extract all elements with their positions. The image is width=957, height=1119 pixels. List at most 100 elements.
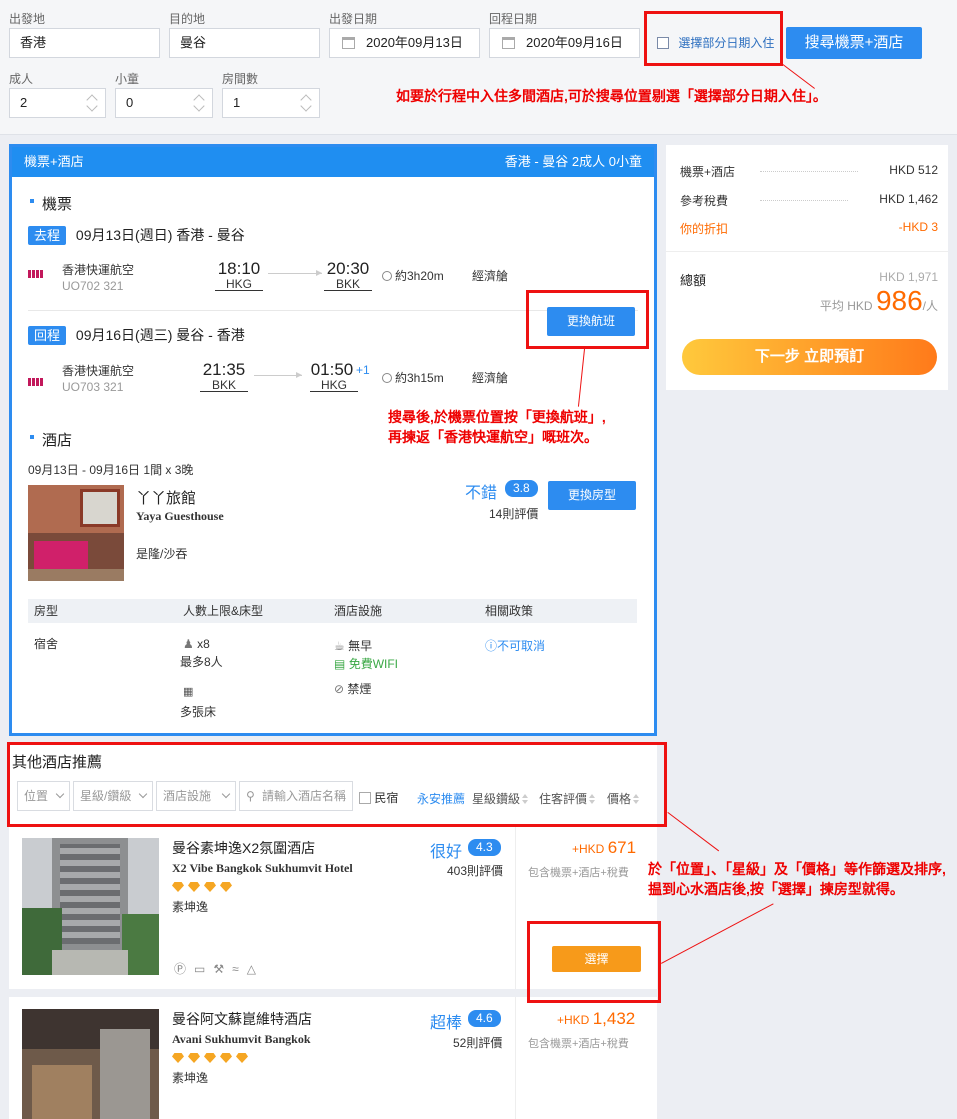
tools-icon: ⚒: [213, 962, 233, 976]
adults-stepper[interactable]: 2: [9, 88, 106, 118]
hotel-rating-word: 超棒: [430, 1015, 463, 1032]
hotel-section-title: 酒店: [29, 429, 72, 450]
search-button[interactable]: 搜尋機票+酒店: [786, 27, 922, 59]
hotel-score-badge: 4.6: [468, 1010, 501, 1027]
annotation-box-partial-dates: [644, 11, 783, 66]
diamond-icon: [220, 1053, 232, 1063]
room-table-header-type: 房型: [34, 604, 59, 618]
hotel-reviews[interactable]: 14則評價: [489, 505, 538, 522]
stepper-arrows-icon[interactable]: [85, 93, 99, 113]
person-icon: ♟: [183, 637, 194, 651]
inbound-cabin: 經濟艙: [472, 371, 509, 385]
adults-value: 2: [20, 95, 28, 110]
cancel-policy[interactable]: ⓘ不可取消: [485, 637, 545, 654]
outbound-arr-code: BKK: [324, 278, 372, 291]
summary-tax-label: 參考稅費: [680, 194, 729, 208]
destination-label: 目的地: [169, 12, 206, 26]
depart-date-label: 出發日期: [329, 12, 378, 26]
outbound-flight-no: UO702 321: [62, 279, 124, 293]
diamond-icon: [172, 882, 184, 892]
hotel-score: 4.6: [468, 1010, 501, 1027]
depart-date-input[interactable]: 2020年09月13日: [329, 28, 480, 58]
room-type: 宿舍: [34, 637, 59, 651]
facility-wifi: ▤ 免費WIFI: [334, 655, 398, 672]
hotel-area: 是隆/沙吞: [136, 547, 188, 561]
hotel-reviews[interactable]: 52則評價: [453, 1034, 502, 1051]
price-note: 包含機票+酒店+稅費: [528, 1038, 629, 1050]
origin-input[interactable]: 香港: [9, 28, 160, 58]
return-date-value: 2020年09月16日: [526, 35, 623, 50]
package-header-summary: 香港 - 曼谷 2成人 0小童: [504, 154, 642, 169]
stepper-arrows-icon[interactable]: [299, 93, 313, 113]
inbound-airline: 香港快運航空: [62, 364, 135, 378]
outbound-duration: 約3h20m: [382, 267, 444, 284]
return-date-label: 回程日期: [489, 12, 538, 26]
destination-input[interactable]: 曼谷: [169, 28, 320, 58]
tv-icon: ▭: [194, 962, 214, 976]
price-prefix: +HKD: [557, 1013, 590, 1027]
hotel-photo[interactable]: [22, 838, 159, 975]
summary-discount-value: -HKD 3: [898, 220, 938, 234]
outbound-dep-time: 18:10: [217, 259, 261, 278]
inbound-duration-text: 約3h15m: [395, 371, 444, 385]
annotation-box-select: [527, 921, 661, 1003]
outbound-arr-time: 20:30: [326, 259, 370, 278]
hotel-photo[interactable]: [22, 1009, 159, 1119]
inbound-tag: 回程: [28, 326, 67, 345]
facility-breakfast: ☕ 無早: [334, 637, 372, 654]
summary-total-value: HKD 1,971: [879, 270, 938, 284]
hotel-reviews[interactable]: 403則評價: [447, 862, 503, 879]
rooms-value: 1: [233, 95, 241, 110]
children-stepper[interactable]: 0: [115, 88, 213, 118]
price-value: 671: [607, 838, 637, 857]
outbound-cabin: 經濟艙: [472, 269, 509, 283]
annotation-note-2a: 搜尋後,於機票位置按「更換航班」,: [388, 409, 606, 425]
inbound-arr-time: 01:50: [310, 360, 354, 379]
avg-value: 986: [875, 285, 923, 316]
diamond-icon: [236, 1053, 248, 1063]
next-step-button[interactable]: 下一步 立即預訂: [682, 339, 937, 375]
hotel-name[interactable]: 曼谷素坤逸X2氛圍酒店: [172, 838, 315, 858]
calendar-icon: [502, 37, 515, 49]
hotel-price: +HKD 671: [572, 838, 636, 858]
hotel-rating-word: 很好: [430, 844, 463, 861]
flight-arrow-icon: [268, 270, 322, 276]
airline-logo-icon: [28, 267, 48, 278]
airline-logo-icon: [28, 375, 48, 386]
service-bell-icon: △: [246, 962, 264, 976]
occupancy-value: x8: [197, 637, 210, 651]
hotel-rating-word: 不錯: [465, 485, 498, 502]
hotel-name[interactable]: 丫丫旅館: [136, 487, 196, 508]
outbound-dep-code: HKG: [215, 278, 263, 291]
room-table-header-policy: 相關政策: [485, 604, 534, 618]
diamond-icon: [172, 1053, 184, 1063]
facility-no-smoking: ⊘ 禁煙: [334, 680, 371, 697]
hotel-name[interactable]: 曼谷阿文蘇崑維特酒店: [172, 1009, 312, 1029]
outbound-tag: 去程: [28, 226, 67, 245]
annotation-note-2b: 再揀返「香港快運航空」嘅班次。: [388, 429, 598, 445]
return-date-input[interactable]: 2020年09月16日: [489, 28, 640, 58]
annotation-note-1: 如要於行程中入住多間酒店,可於搜尋位置剔選「選擇部分日期入住」。: [396, 88, 827, 104]
info-icon: ⓘ: [485, 639, 498, 653]
change-room-button[interactable]: 更換房型: [548, 481, 636, 510]
bed-type: 多張床: [180, 705, 217, 719]
inbound-dep-code: BKK: [200, 379, 248, 392]
wifi-value: 免費WIFI: [348, 657, 399, 671]
annotation-line: [667, 812, 720, 852]
hotel-dates: 09月13日 - 09月16日 1間 x 3晚: [28, 463, 194, 477]
price-note: 包含機票+酒店+稅費: [528, 867, 629, 879]
flight-section-title: 機票: [29, 193, 72, 214]
inbound-header: 回程 09月16日(週三) 曼谷 - 香港: [28, 325, 245, 345]
room-table-header-facility: 酒店設施: [334, 604, 383, 618]
price-value: 1,432: [592, 1009, 636, 1028]
stepper-arrows-icon[interactable]: [192, 93, 206, 113]
price-prefix: +HKD: [572, 842, 605, 856]
hotel-name-en: Yaya Guesthouse: [136, 509, 224, 523]
hotel-name-en: Avani Sukhumvit Bangkok: [172, 1032, 311, 1046]
hotel-score-badge: 4.3: [468, 839, 501, 856]
diamond-icon: [188, 1053, 200, 1063]
hotel-photo[interactable]: [28, 485, 124, 581]
outbound-duration-text: 約3h20m: [395, 269, 444, 283]
children-label: 小童: [115, 72, 140, 86]
rooms-stepper[interactable]: 1: [222, 88, 320, 118]
